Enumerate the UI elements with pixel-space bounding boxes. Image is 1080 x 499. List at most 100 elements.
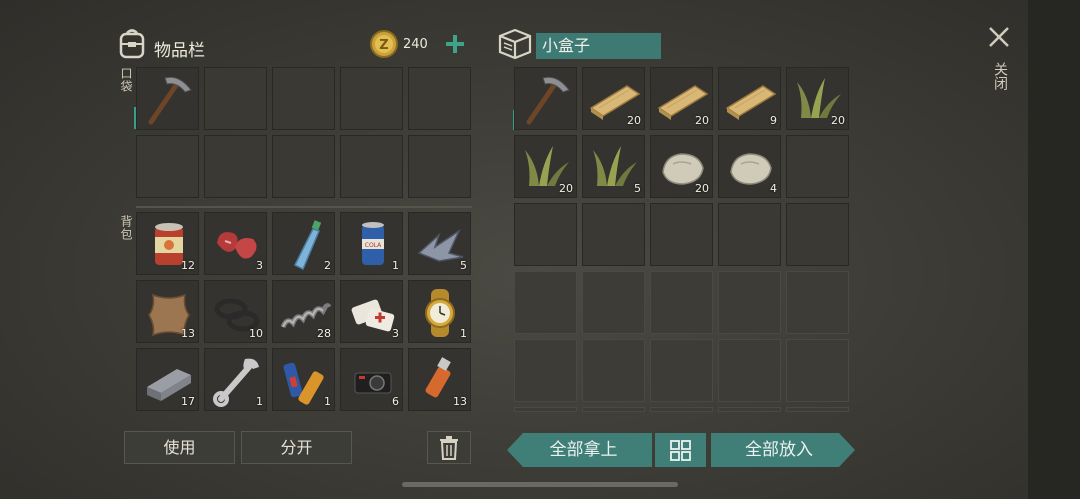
container-slot[interactable]: [786, 135, 849, 198]
container-slot[interactable]: [650, 407, 713, 412]
item-quantity: 20: [627, 114, 641, 127]
add-coins-button[interactable]: [442, 31, 468, 57]
container-title: 小盒子: [542, 36, 591, 55]
backpack-slot[interactable]: 1: [272, 348, 335, 411]
container-slot[interactable]: [514, 203, 577, 266]
backpack-slot[interactable]: 13: [136, 280, 199, 343]
pocket-slot[interactable]: [408, 135, 471, 198]
pocket-slot[interactable]: [136, 135, 199, 198]
container-slot[interactable]: [582, 271, 645, 334]
split-button[interactable]: 分开: [241, 431, 352, 464]
sort-button[interactable]: [655, 433, 706, 467]
pocket-slot[interactable]: [136, 67, 199, 130]
pocket-slot[interactable]: [204, 67, 267, 130]
box-icon: [497, 27, 533, 60]
container-slot[interactable]: 4: [718, 135, 781, 198]
item-quantity: 20: [695, 182, 709, 195]
close-label: 关闭: [992, 62, 1008, 90]
section-divider: [136, 206, 472, 208]
backpack-slot[interactable]: COLA 1: [340, 212, 403, 275]
container-slot[interactable]: [582, 339, 645, 402]
container-slot[interactable]: [514, 67, 577, 130]
container-slot[interactable]: [786, 339, 849, 402]
container-slot[interactable]: [582, 203, 645, 266]
container-slot[interactable]: [718, 339, 781, 402]
backpack-slot[interactable]: 3: [204, 212, 267, 275]
trash-icon: [440, 436, 458, 460]
item-quantity: 6: [392, 395, 399, 408]
item-quantity: 28: [317, 327, 331, 340]
inventory-title: 物品栏: [154, 41, 205, 61]
backpack-slot[interactable]: 17: [136, 348, 199, 411]
close-button[interactable]: 关闭: [984, 22, 1014, 104]
item-quantity: 1: [460, 327, 467, 340]
item-quantity: 9: [770, 114, 777, 127]
container-slot[interactable]: 20: [514, 135, 577, 198]
container-slot[interactable]: 5: [582, 135, 645, 198]
container-slot[interactable]: [718, 407, 781, 412]
backpack-label: 背包: [119, 215, 133, 241]
container-slot[interactable]: [718, 271, 781, 334]
pickaxe-icon: [148, 76, 192, 125]
pocket-slot[interactable]: [272, 67, 335, 130]
container-slot[interactable]: [786, 407, 849, 412]
container-slot[interactable]: [786, 271, 849, 334]
put-all-button[interactable]: 全部放入: [711, 433, 855, 467]
container-slot[interactable]: [514, 407, 577, 412]
trash-button[interactable]: [427, 431, 471, 464]
item-quantity: 5: [460, 259, 467, 272]
pocket-label: 口袋: [119, 67, 133, 93]
backpack-icon: [117, 27, 147, 59]
pocket-slot[interactable]: [272, 135, 335, 198]
pickaxe-icon: [526, 76, 570, 125]
backpack-slot[interactable]: 28: [272, 280, 335, 343]
item-quantity: 5: [634, 182, 641, 195]
backpack-slot[interactable]: 3: [340, 280, 403, 343]
item-quantity: 3: [256, 259, 263, 272]
backpack-slot[interactable]: 1: [408, 280, 471, 343]
item-quantity: 1: [324, 395, 331, 408]
container-slot[interactable]: [582, 407, 645, 412]
use-button[interactable]: 使用: [124, 431, 235, 464]
container-slot[interactable]: 9: [718, 67, 781, 130]
backpack-slot[interactable]: 10: [204, 280, 267, 343]
pocket-slot[interactable]: [204, 135, 267, 198]
grid-sort-icon: [670, 440, 691, 461]
pocket-slot[interactable]: [340, 135, 403, 198]
container-slot[interactable]: [514, 339, 577, 402]
container-slot[interactable]: [786, 203, 849, 266]
container-slot[interactable]: 20: [650, 135, 713, 198]
item-quantity: 17: [181, 395, 195, 408]
container-slot[interactable]: [650, 339, 713, 402]
coin-count: 240: [403, 37, 428, 52]
container-slot[interactable]: [650, 271, 713, 334]
container-slot[interactable]: [514, 271, 577, 334]
take-all-button[interactable]: 全部拿上: [507, 433, 652, 467]
backpack-slot[interactable]: 2: [272, 212, 335, 275]
coin-icon: Z: [369, 29, 399, 59]
item-quantity: 13: [181, 327, 195, 340]
container-slot[interactable]: 20: [582, 67, 645, 130]
container-name-field[interactable]: 小盒子: [536, 33, 661, 59]
container-slot[interactable]: [650, 203, 713, 266]
svg-text:Z: Z: [379, 38, 388, 53]
home-indicator: [402, 482, 678, 487]
item-quantity: 13: [453, 395, 467, 408]
backpack-slot[interactable]: 5: [408, 212, 471, 275]
pocket-slot[interactable]: [340, 67, 403, 130]
container-slot[interactable]: [718, 203, 781, 266]
backpack-slot[interactable]: 12: [136, 212, 199, 275]
svg-text:COLA: COLA: [365, 242, 382, 249]
item-quantity: 1: [392, 259, 399, 272]
backpack-slot[interactable]: 13: [408, 348, 471, 411]
item-quantity: 20: [559, 182, 573, 195]
plus-icon: [446, 35, 464, 53]
close-icon: [989, 27, 1009, 47]
backpack-slot[interactable]: 1: [204, 348, 267, 411]
backpack-slot[interactable]: 6: [340, 348, 403, 411]
pocket-slot[interactable]: [408, 67, 471, 130]
container-slot[interactable]: 20: [786, 67, 849, 130]
item-quantity: 20: [831, 114, 845, 127]
container-slot[interactable]: 20: [650, 67, 713, 130]
item-quantity: 3: [392, 327, 399, 340]
